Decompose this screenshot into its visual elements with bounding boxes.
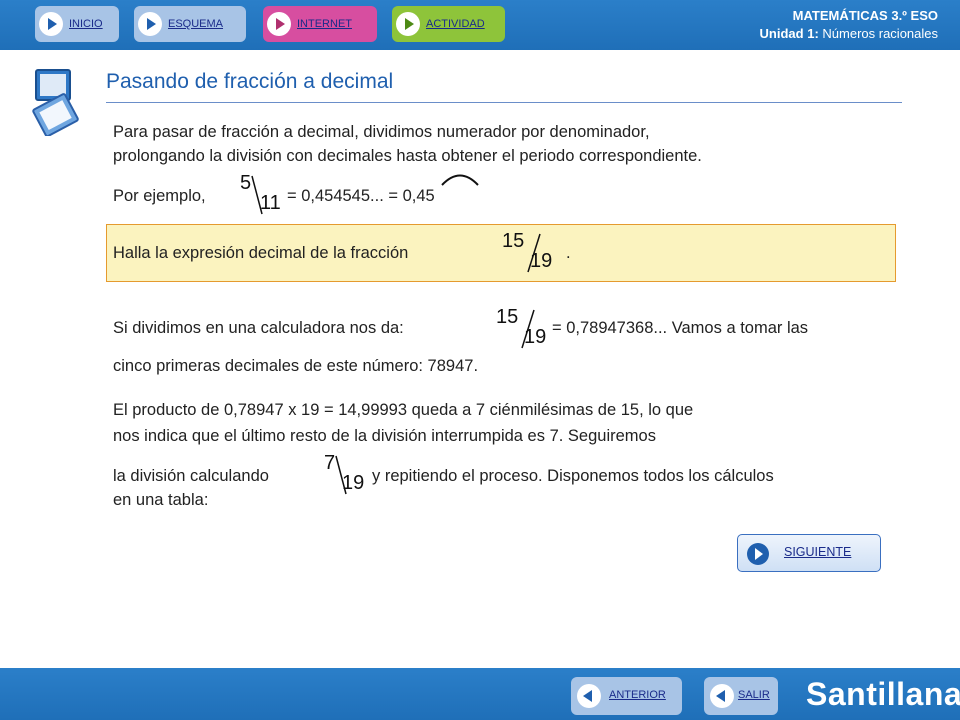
unit-label: Unidad 1: [759,26,819,41]
continue-fraction: 7 19 [322,452,378,496]
nav-actividad-label: ACTIVIDAD [426,18,485,30]
siguiente-button[interactable]: SIGUIENTE [737,534,881,572]
intro-line-2: prolongando la división con decimales ha… [113,147,702,165]
fraction-numerator: 15 [496,306,519,328]
nav-internet-button[interactable]: INTERNET [263,6,377,42]
calc-line-2: cinco primeras decimales de este número:… [113,357,479,375]
example-prefix: Por ejemplo, [113,187,206,205]
nav-esquema-button[interactable]: ESQUEMA [134,6,246,42]
product-line-1: El producto de 0,78947 x 19 = 14,99993 q… [113,401,694,419]
page-title: Pasando de fracción a decimal [106,70,394,93]
siguiente-label: SIGUIENTE [784,545,852,559]
continue-prefix: la división calculando [113,467,269,485]
play-icon [39,12,63,36]
example-result: = 0,454545... = 0,45 [287,187,435,205]
fraction-denominator: 19 [530,250,553,272]
fraction-numerator: 5 [240,172,252,194]
title-divider [106,102,902,103]
example-fraction: 5 11 [238,172,294,216]
intro-line-1: Para pasar de fracción a decimal, dividi… [113,123,650,141]
calc-result: = 0,78947368... Vamos a tomar las [552,319,809,337]
santillana-logo: Santillana [806,676,960,712]
play-icon [747,543,769,565]
anterior-button[interactable]: ANTERIOR [571,677,682,715]
course-header: MATEMÁTICAS 3.º ESO Unidad 1: Números ra… [760,7,938,43]
nav-esquema-label: ESQUEMA [168,18,224,30]
nav-inicio-button[interactable]: INICIO [35,6,119,42]
nav-actividad-button[interactable]: ACTIVIDAD [392,6,505,42]
calc-fraction: 15 19 [494,306,550,350]
fraction-denominator: 19 [342,472,365,494]
salir-label: SALIR [738,689,770,701]
task-end: . [566,244,571,262]
salir-button[interactable]: SALIR [704,677,778,715]
product-line-2: nos indica que el último resto de la div… [113,427,656,445]
play-icon [267,12,291,36]
continue-line-2: en una tabla: [113,491,209,509]
back-arrow-icon [710,684,734,708]
play-icon [396,12,420,36]
fraction-numerator: 15 [502,230,525,252]
nav-inicio-label: INICIO [69,18,103,30]
fraction-denominator: 11 [260,192,281,214]
task-fraction: 15 19 [500,230,556,274]
anterior-label: ANTERIOR [609,689,666,701]
calc-prefix: Si dividimos en una calculadora nos da: [113,319,404,337]
task-text: Halla la expresión decimal de la fracció… [113,244,409,262]
play-icon [138,12,162,36]
continue-suffix: y repitiendo el proceso. Disponemos todo… [372,467,774,485]
period-arc-icon [441,174,479,186]
subject-title: MATEMÁTICAS 3.º ESO [792,8,938,23]
nav-internet-label: INTERNET [297,18,352,30]
unit-name: Números racionales [818,26,938,41]
fraction-denominator: 19 [524,326,547,348]
fraction-numerator: 7 [324,452,336,474]
page-icon [32,69,79,136]
back-arrow-icon [577,684,601,708]
